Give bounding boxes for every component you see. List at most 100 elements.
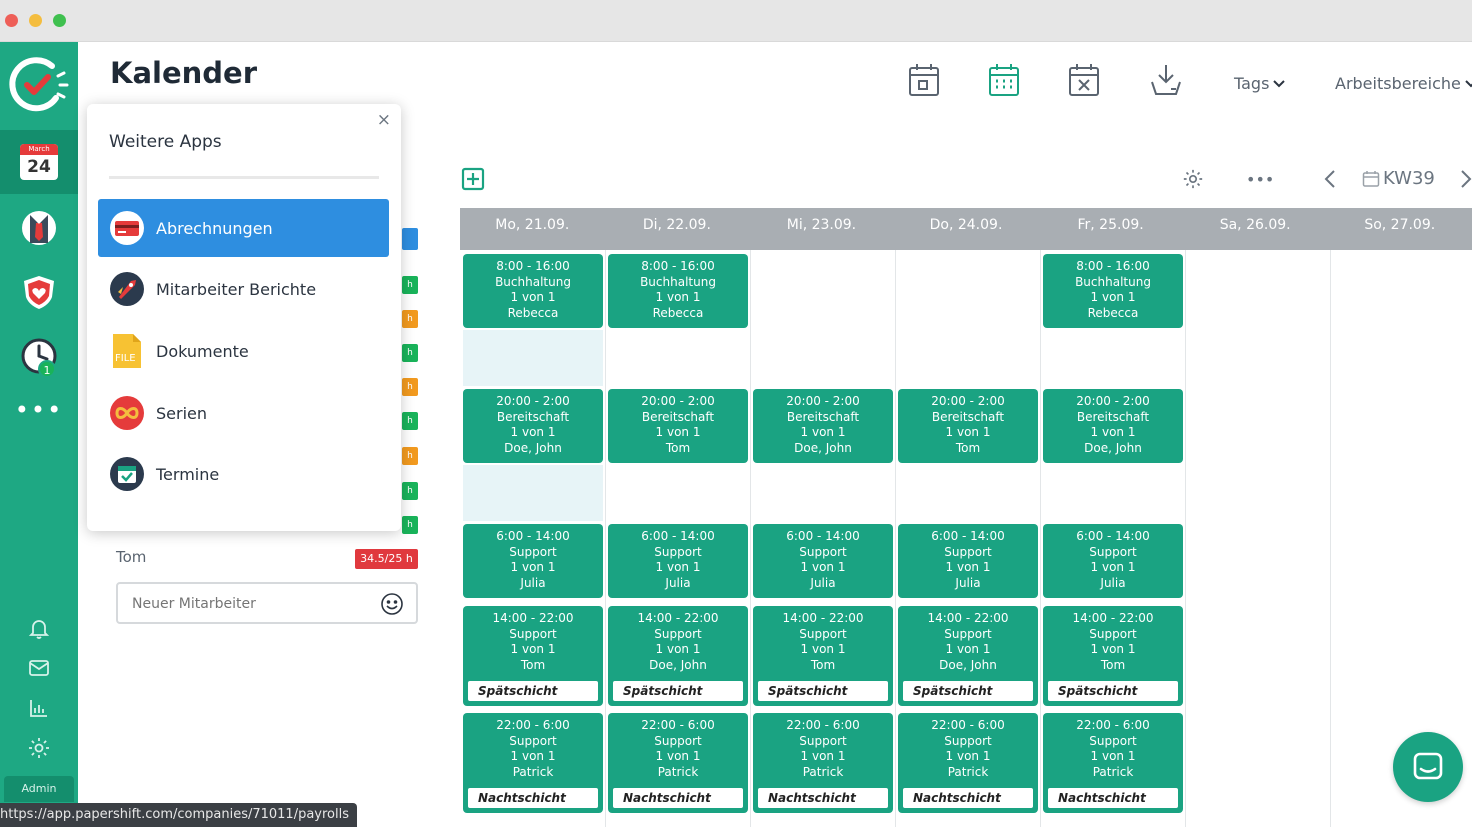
credit-card-icon [108, 209, 146, 247]
shift-name: Buchhaltung [495, 274, 571, 289]
smiley-icon[interactable] [380, 592, 404, 616]
chat-support-button[interactable] [1393, 732, 1463, 802]
shift-card[interactable]: 14:00 - 22:00 Support 1 von 1 Tom Spätschich… [463, 606, 603, 706]
tags-dropdown[interactable]: Tags [1234, 74, 1286, 93]
previous-week-button[interactable] [1322, 168, 1338, 194]
shift-card[interactable]: 22:00 - 6:00 Support 1 von 1 Patrick Nachtsc… [1043, 713, 1183, 813]
day-header[interactable]: Mi, 23.09. [749, 208, 894, 250]
shift-card[interactable]: 20:00 - 2:00 Bereitschaft 1 von 1 Doe, John [753, 389, 893, 463]
shift-card[interactable]: 6:00 - 14:00 Support 1 von 1 Julia [1043, 524, 1183, 598]
add-shift-button[interactable] [461, 167, 485, 195]
admin-label[interactable]: Admin [4, 776, 74, 802]
week-view-button[interactable] [987, 62, 1021, 102]
download-icon [1151, 65, 1181, 95]
shift-card[interactable]: 8:00 - 16:00 Buchhaltung 1 von 1 Rebecca [608, 254, 748, 328]
shift-name: Buchhaltung [640, 274, 716, 289]
shift-card[interactable]: 6:00 - 14:00 Support 1 von 1 Julia [608, 524, 748, 598]
shift-employee: Tom [1100, 657, 1126, 672]
day-header[interactable]: Di, 22.09. [605, 208, 750, 250]
reports-button[interactable] [0, 688, 78, 728]
bell-icon [28, 620, 50, 639]
shift-card[interactable]: 22:00 - 6:00 Support 1 von 1 Patrick Nachtsc… [898, 713, 1038, 813]
shift-count: 1 von 1 [510, 560, 556, 574]
shift-name: Support [654, 733, 702, 748]
shift-time: 14:00 - 22:00 [927, 611, 1009, 625]
calendar-check-icon [108, 455, 146, 493]
shift-card[interactable]: 22:00 - 6:00 Support 1 von 1 Patrick Nachtsc… [753, 713, 893, 813]
shift-employee: Patrick [802, 764, 844, 779]
shift-card[interactable]: 8:00 - 16:00 Buchhaltung 1 von 1 Rebecca [1043, 254, 1183, 328]
app-item-payroll[interactable]: Abrechnungen [98, 199, 389, 257]
next-week-button[interactable] [1458, 168, 1472, 194]
shift-time: 20:00 - 2:00 [496, 394, 570, 408]
work-areas-dropdown[interactable]: Arbeitsbereiche [1335, 74, 1472, 93]
highlight-cell [463, 330, 603, 386]
settings-button[interactable] [0, 728, 78, 768]
close-panel-button[interactable]: × [377, 110, 391, 130]
shift-card[interactable]: 6:00 - 14:00 Support 1 von 1 Julia [898, 524, 1038, 598]
notifications-button[interactable] [0, 608, 78, 648]
sidebar-item-absences[interactable] [0, 262, 78, 322]
maximize-window-icon[interactable] [53, 14, 66, 27]
app-item-documents[interactable]: FILE Dokumente [98, 322, 389, 380]
shift-employee: Julia [665, 575, 691, 590]
calendar-settings-button[interactable] [1182, 168, 1204, 194]
more-options-button[interactable]: ••• [1246, 170, 1274, 189]
app-item-series[interactable]: Serien [98, 384, 389, 442]
sidebar-item-employees[interactable] [0, 198, 78, 258]
app-item-appointments[interactable]: Termine [98, 445, 389, 503]
messages-button[interactable] [0, 648, 78, 688]
shift-card[interactable]: 22:00 - 6:00 Support 1 von 1 Patrick Nachtsc… [463, 713, 603, 813]
shift-card[interactable]: 20:00 - 2:00 Bereitschaft 1 von 1 Tom [898, 389, 1038, 463]
minimize-window-icon[interactable] [29, 14, 42, 27]
shift-card[interactable]: 14:00 - 22:00 Support 1 von 1 Tom Spätschich… [753, 606, 893, 706]
shift-card[interactable]: 8:00 - 16:00 Buchhaltung 1 von 1 Rebecca [463, 254, 603, 328]
new-employee-input[interactable] [130, 593, 370, 615]
sidebar-item-calendar[interactable]: March 24 [0, 130, 78, 194]
clear-week-button[interactable] [1067, 62, 1101, 102]
shift-count: 1 von 1 [655, 642, 701, 656]
chevron-left-icon [1324, 170, 1335, 188]
shift-name: Support [1089, 626, 1137, 641]
shift-name: Bereitschaft [641, 409, 715, 424]
shift-count: 1 von 1 [1090, 642, 1136, 656]
shift-card[interactable]: 6:00 - 14:00 Support 1 von 1 Julia [463, 524, 603, 598]
day-header[interactable]: Fr, 25.09. [1038, 208, 1183, 250]
week-label: KW39 [1383, 168, 1435, 189]
app-logo[interactable] [0, 50, 78, 120]
shift-employee: Patrick [512, 764, 554, 779]
shift-time: 8:00 - 16:00 [641, 259, 715, 273]
rocket-icon [108, 270, 146, 308]
shift-tag: Nachtschicht [1048, 788, 1178, 808]
shift-card[interactable]: 14:00 - 22:00 Support 1 von 1 Doe, John Spät… [608, 606, 748, 706]
day-header[interactable]: Do, 24.09. [894, 208, 1039, 250]
hour-chip: h [402, 412, 418, 430]
chevron-down-icon [1465, 79, 1472, 87]
week-selector[interactable]: KW39 [1362, 168, 1435, 189]
sidebar-item-time-tracking[interactable]: 1 [0, 326, 78, 386]
new-employee-field[interactable] [116, 582, 418, 624]
shift-card[interactable]: 6:00 - 14:00 Support 1 von 1 Julia [753, 524, 893, 598]
shift-count: 1 von 1 [945, 560, 991, 574]
calendar-date-icon: March 24 [20, 144, 58, 180]
employee-name[interactable]: Tom [116, 548, 146, 566]
day-header[interactable]: Mo, 21.09. [460, 208, 605, 250]
export-button[interactable] [1148, 62, 1184, 102]
shift-card[interactable]: 14:00 - 22:00 Support 1 von 1 Tom Spätschich… [1043, 606, 1183, 706]
shift-card[interactable]: 20:00 - 2:00 Bereitschaft 1 von 1 Tom [608, 389, 748, 463]
list-scroll-button[interactable] [402, 228, 418, 250]
close-window-icon[interactable] [5, 14, 18, 27]
shift-count: 1 von 1 [510, 290, 556, 304]
shift-employee: Patrick [657, 764, 699, 779]
hour-chip: h [402, 310, 418, 328]
day-view-button[interactable] [907, 62, 941, 102]
more-apps-button[interactable]: ••• [0, 380, 78, 440]
day-header[interactable]: So, 27.09. [1327, 208, 1472, 250]
day-header[interactable]: Sa, 26.09. [1183, 208, 1328, 250]
shift-card[interactable]: 22:00 - 6:00 Support 1 von 1 Patrick Nachtsc… [608, 713, 748, 813]
app-item-employee-reports[interactable]: Mitarbeiter Berichte [98, 260, 389, 318]
shift-card[interactable]: 14:00 - 22:00 Support 1 von 1 Doe, John Spät… [898, 606, 1038, 706]
shift-count: 1 von 1 [800, 560, 846, 574]
shift-card[interactable]: 20:00 - 2:00 Bereitschaft 1 von 1 Doe, John [463, 389, 603, 463]
shift-card[interactable]: 20:00 - 2:00 Bereitschaft 1 von 1 Doe, John [1043, 389, 1183, 463]
